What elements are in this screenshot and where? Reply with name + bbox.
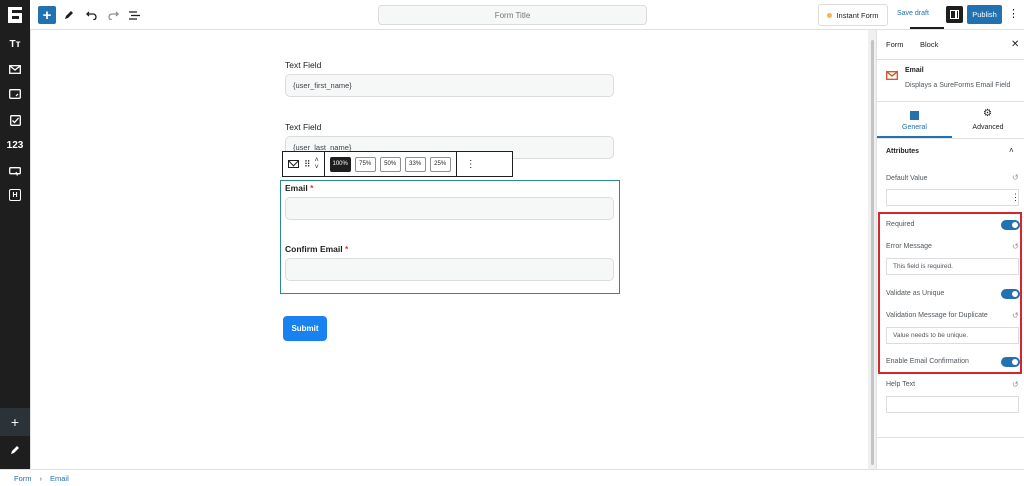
width-100-button[interactable]: 100% — [329, 156, 351, 172]
attributes-section-title[interactable]: Attributes — [886, 148, 919, 155]
close-panel-icon[interactable]: ✕ — [1011, 39, 1019, 50]
list-view-icon[interactable] — [125, 6, 143, 24]
submit-button[interactable]: Submit — [283, 316, 327, 341]
validate-unique-label: Validate as Unique — [886, 290, 945, 297]
error-message-input[interactable]: This field is required. — [886, 258, 1019, 275]
more-options-icon[interactable]: ⋮ — [1008, 7, 1019, 20]
reset-icon[interactable]: ↺ — [1012, 242, 1019, 251]
form-title-input[interactable]: Form Title — [378, 5, 647, 25]
breadcrumb-form[interactable]: Form — [14, 474, 32, 483]
instant-form-label: Instant Form — [836, 10, 879, 20]
validation-duplicate-input[interactable]: Value needs to be unique. — [886, 327, 1019, 344]
validation-duplicate-label: Validation Message for Duplicate — [886, 312, 988, 319]
reset-icon[interactable]: ↺ — [1012, 311, 1019, 320]
email-confirmation-toggle[interactable] — [1001, 357, 1020, 367]
text-type-icon[interactable]: Tт — [0, 34, 30, 54]
breadcrumb: Form › Email — [0, 469, 1024, 486]
reset-icon[interactable]: ↺ — [1012, 173, 1019, 182]
text-field-label-1: Text Field — [285, 60, 322, 70]
divider — [876, 59, 1024, 60]
subtab-advanced-label: Advanced — [972, 124, 1004, 131]
divider — [876, 437, 1024, 438]
default-value-options-icon[interactable]: ⋮ — [1011, 192, 1020, 203]
add-block-button[interactable]: + — [38, 6, 56, 24]
chevron-up-icon[interactable]: ˄ — [1009, 146, 1014, 155]
move-up-down-icon[interactable]: ˄ ˅ — [315, 157, 319, 171]
edit-pencil-icon[interactable] — [60, 6, 78, 24]
block-sidebar: Tт 123 H + — [0, 30, 30, 469]
confirm-email-input[interactable] — [285, 258, 614, 281]
text-field-label-2: Text Field — [285, 122, 322, 132]
subtab-general-label: General — [902, 124, 927, 131]
default-value-label: Default Value — [886, 175, 928, 182]
required-label: Required — [886, 221, 915, 228]
width-33-button[interactable]: 33% — [404, 156, 426, 172]
divider — [876, 101, 1024, 102]
settings-panel-toggle-icon[interactable] — [946, 6, 963, 23]
active-tab-indicator — [910, 27, 944, 29]
top-toolbar: + Form Title Instant Form Save draft Pub… — [0, 0, 1024, 30]
reset-icon[interactable]: ↺ — [1012, 380, 1019, 389]
sidebar-add-icon[interactable]: + — [0, 408, 30, 436]
default-value-input[interactable] — [886, 189, 1019, 206]
gear-icon: ⚙ — [983, 108, 992, 119]
undo-icon[interactable] — [82, 6, 100, 24]
mail-icon[interactable] — [0, 59, 30, 79]
subtab-general[interactable]: General — [877, 103, 952, 137]
email-block-icon[interactable] — [288, 160, 299, 168]
sidebar-pen-icon[interactable] — [0, 440, 30, 460]
general-icon — [910, 111, 919, 120]
help-text-label: Help Text — [886, 381, 916, 388]
breadcrumb-separator: › — [39, 473, 43, 483]
block-name: Email — [905, 67, 924, 74]
breadcrumb-email[interactable]: Email — [50, 474, 69, 483]
sureforms-logo-icon[interactable] — [0, 0, 30, 30]
error-message-label: Error Message — [886, 243, 932, 250]
confirm-email-label: Confirm Email * — [285, 244, 349, 254]
width-25-button[interactable]: 25% — [429, 156, 451, 172]
block-options-icon[interactable]: ⋮ — [466, 159, 476, 170]
canvas-scrollbar-thumb[interactable] — [871, 40, 874, 465]
validate-unique-toggle[interactable] — [1001, 289, 1020, 299]
tab-block[interactable]: Block — [920, 40, 938, 49]
email-confirmation-label: Enable Email Confirmation — [886, 358, 969, 365]
button-icon[interactable] — [0, 161, 30, 181]
save-draft-button[interactable]: Save draft — [897, 10, 929, 17]
publish-button[interactable]: Publish — [967, 5, 1002, 24]
checkbox-icon[interactable] — [0, 110, 30, 130]
textarea-icon[interactable] — [0, 84, 30, 104]
help-text-input[interactable] — [886, 396, 1019, 413]
divider — [876, 138, 1024, 139]
text-field-input-1[interactable]: {user_first_name} — [285, 74, 614, 97]
status-dot-icon — [827, 12, 833, 18]
width-50-button[interactable]: 50% — [379, 156, 401, 172]
instant-form-button[interactable]: Instant Form — [818, 4, 888, 26]
number-icon[interactable]: 123 — [0, 135, 30, 155]
width-75-button[interactable]: 75% — [354, 156, 376, 172]
redo-icon[interactable] — [104, 6, 122, 24]
email-input[interactable] — [285, 197, 614, 220]
tab-form[interactable]: Form — [886, 40, 904, 49]
subtab-advanced[interactable]: ⚙ Advanced — [952, 103, 1024, 137]
email-block-card-icon — [886, 67, 898, 85]
required-toggle[interactable] — [1001, 220, 1020, 230]
email-label: Email * — [285, 183, 314, 193]
hidden-field-icon[interactable]: H — [0, 185, 30, 205]
block-description: Displays a SureForms Email Field — [905, 82, 1011, 89]
block-toolbar: ⠿ ˄ ˅ 100% 75% 50% 33% 25% ⋮ — [282, 151, 513, 177]
drag-handle-icon[interactable]: ⠿ — [304, 159, 311, 170]
